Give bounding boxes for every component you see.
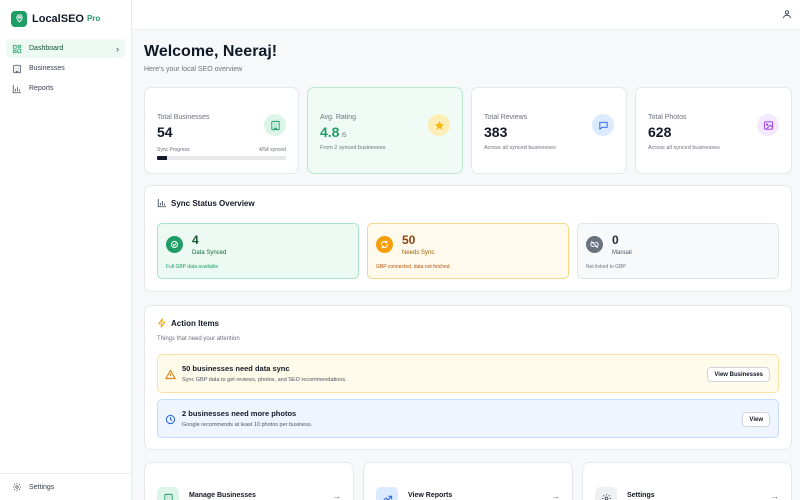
sync-desc: Not linked to GBP: [586, 264, 626, 270]
stat-label: Total Photos: [648, 114, 687, 121]
bar-chart-icon: [12, 84, 22, 93]
action-item-more-photos: 2 businesses need more photos Google rec…: [157, 399, 779, 438]
stat-note: Across all synced businesses: [648, 145, 720, 151]
sync-progress-fill: [157, 156, 167, 160]
message-icon: [592, 114, 614, 136]
section-title-text: Sync Status Overview: [171, 198, 255, 208]
quick-action-settings[interactable]: Settings →: [582, 462, 792, 500]
sidebar-item-label: Reports: [29, 85, 54, 92]
sync-card-data-synced[interactable]: 4 Data Synced Full GBP data available: [157, 223, 359, 279]
brand-pro-badge: Pro: [86, 14, 101, 23]
bar-chart-icon: [157, 198, 167, 208]
user-icon[interactable]: [782, 9, 792, 19]
arrow-right-icon: →: [551, 491, 560, 500]
stat-label: Avg. Rating: [320, 114, 357, 121]
chevron-right-icon: ›: [116, 43, 119, 54]
sync-card-manual[interactable]: 0 Manual Not linked to GBP: [577, 223, 779, 279]
section-title: Action Items: [157, 318, 219, 328]
quick-action-label: Settings: [627, 492, 655, 499]
sync-label: Data Synced: [192, 250, 227, 256]
stat-value: 54: [157, 124, 173, 140]
clock-icon: [165, 414, 176, 425]
unlink-icon: [586, 236, 603, 253]
alert-desc: Sync GBP data to get reviews, photos, an…: [182, 377, 347, 383]
sync-count: 4: [192, 233, 199, 247]
trend-icon: [376, 487, 398, 500]
stat-label: Total Businesses: [157, 114, 210, 121]
sync-label: Needs Sync: [402, 250, 435, 256]
brand[interactable]: LocalSEO Pro: [0, 0, 131, 30]
sync-desc: GBP connected, data not fetched: [376, 264, 450, 270]
lightning-icon: [158, 318, 166, 328]
stat-card-avg-rating[interactable]: Avg. Rating 4.8/5 From 2 synced business…: [307, 87, 463, 174]
quick-action-label: View Reports: [408, 492, 453, 499]
stat-note: From 2 synced businesses: [320, 145, 386, 151]
stat-card-total-businesses[interactable]: Total Businesses 54 Sync Progress 4/54 s…: [144, 87, 299, 174]
sync-count: 50: [402, 233, 416, 247]
view-businesses-button[interactable]: View Businesses: [707, 367, 770, 382]
quick-action-label: Manage Businesses: [189, 492, 256, 499]
gear-icon: [595, 487, 617, 500]
action-item-needs-sync: 50 businesses need data sync Sync GBP da…: [157, 354, 779, 393]
sidebar-item-dashboard[interactable]: Dashboard ›: [6, 39, 125, 58]
building-icon: [13, 64, 21, 73]
sync-progress-value: 4/54 synced: [259, 147, 286, 153]
stat-value: 4.8/5: [320, 124, 346, 140]
action-items-section: Action Items Things that need your atten…: [144, 305, 792, 450]
building-icon: [157, 487, 179, 500]
stat-value: 383: [484, 124, 508, 140]
sync-progress-bar: [157, 156, 286, 160]
sidebar-item-label: Businesses: [29, 65, 65, 72]
settings-label: Settings: [29, 483, 55, 491]
image-icon: [757, 114, 779, 136]
star-icon: [428, 114, 450, 136]
gear-icon: [12, 482, 22, 492]
stat-label: Total Reviews: [484, 114, 528, 121]
warning-icon: [165, 369, 176, 380]
sidebar-nav: Dashboard › Businesses Reports: [0, 39, 131, 98]
stat-note: Across all synced businesses: [484, 145, 556, 151]
sync-count: 0: [612, 233, 619, 247]
brand-name: LocalSEO: [32, 12, 84, 25]
stat-card-total-photos[interactable]: Total Photos 628 Across all synced busin…: [635, 87, 792, 174]
section-title-text: Action Items: [171, 318, 220, 328]
quick-action-view-reports[interactable]: View Reports →: [363, 462, 573, 500]
sidebar-item-settings[interactable]: Settings: [0, 473, 131, 500]
sidebar-item-label: Dashboard: [29, 45, 64, 52]
stat-card-total-reviews[interactable]: Total Reviews 383 Across all synced busi…: [471, 87, 627, 174]
arrow-right-icon: →: [770, 491, 779, 500]
sync-progress-label: Sync Progress: [157, 147, 190, 153]
sidebar: LocalSEO Pro Dashboard › Businesses Repo…: [0, 0, 132, 500]
alert-title: 2 businesses need more photos: [182, 409, 297, 418]
section-subtitle: Things that need your attention: [157, 336, 240, 342]
quick-action-manage-businesses[interactable]: Manage Businesses →: [144, 462, 354, 500]
sync-status-section: Sync Status Overview 4 Data Synced Full …: [144, 185, 792, 292]
top-bar: [132, 0, 800, 30]
sync-progress-row: Sync Progress 4/54 synced: [157, 147, 286, 153]
sidebar-item-reports[interactable]: Reports: [6, 79, 125, 98]
check-icon: [166, 236, 183, 253]
page-subtitle: Here's your local SEO overview: [144, 66, 243, 73]
alert-title: 50 businesses need data sync: [182, 364, 290, 373]
sidebar-item-businesses[interactable]: Businesses: [6, 59, 125, 78]
stat-value: 628: [648, 124, 672, 140]
sync-card-needs-sync[interactable]: 50 Needs Sync GBP connected, data not fe…: [367, 223, 569, 279]
alert-desc: Google recommends at least 10 photos per…: [182, 422, 313, 428]
location-pin-icon: [11, 10, 27, 27]
rating-suffix: /5: [341, 133, 347, 139]
sync-desc: Full GBP data available: [166, 264, 219, 270]
sync-label: Manual: [612, 250, 632, 256]
building-icon: [264, 114, 286, 136]
section-title: Sync Status Overview: [157, 198, 255, 208]
refresh-icon: [376, 236, 393, 253]
page-title: Welcome, Neeraj!: [144, 43, 278, 60]
view-button[interactable]: View: [742, 412, 770, 427]
arrow-right-icon: →: [332, 491, 341, 500]
rating-value: 4.8: [320, 124, 340, 140]
dashboard-icon: [12, 44, 22, 53]
